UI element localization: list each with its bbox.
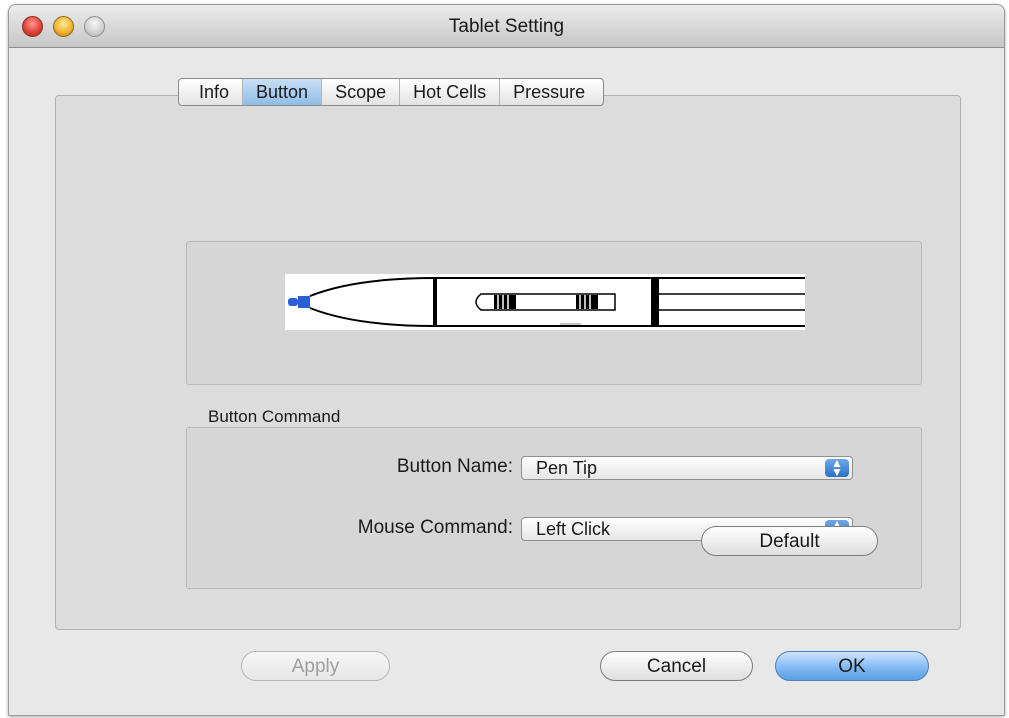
window-title: Tablet Setting: [448, 16, 565, 37]
tab-button[interactable]: Button: [242, 79, 322, 105]
mouse-command-value: Left Click: [536, 519, 611, 539]
pen-tip-icon: [288, 298, 298, 306]
button-name-label: Button Name:: [396, 456, 513, 477]
tablet-setting-window: Tablet Setting Button Command Button Nam…: [8, 4, 1005, 716]
select-arrows-icon: ▲▼: [825, 457, 849, 478]
mouse-command-label: Mouse Command:: [357, 517, 513, 538]
tab-pressure[interactable]: Pressure: [499, 79, 603, 105]
pen-diagram-icon: [285, 274, 805, 330]
button-name-value: Pen Tip: [536, 458, 598, 478]
button-command-group-label: Button Command: [208, 407, 341, 426]
tab-scope[interactable]: Scope: [321, 79, 399, 105]
tab-info[interactable]: Info: [179, 79, 242, 105]
button-name-select[interactable]: Pen Tip ▲ ▼: [521, 456, 853, 480]
button-command-group: Button Name: Pen Tip ▲ ▼ Mouse Command: L…: [186, 427, 922, 589]
cancel-button[interactable]: Cancel: [600, 651, 753, 681]
tab-hot-cells[interactable]: Hot Cells: [399, 79, 499, 105]
tab-content-panel: Button Command Button Name: Pen Tip ▲ ▼ M…: [55, 95, 961, 630]
tab-bar: Info Button Scope Hot Cells Pressure: [178, 78, 605, 106]
title-bar[interactable]: Tablet Setting: [9, 5, 1004, 48]
pen-preview-panel: [186, 241, 922, 385]
apply-button[interactable]: Apply: [241, 651, 390, 681]
default-button[interactable]: Default: [701, 526, 878, 556]
ok-button[interactable]: OK: [775, 651, 929, 681]
